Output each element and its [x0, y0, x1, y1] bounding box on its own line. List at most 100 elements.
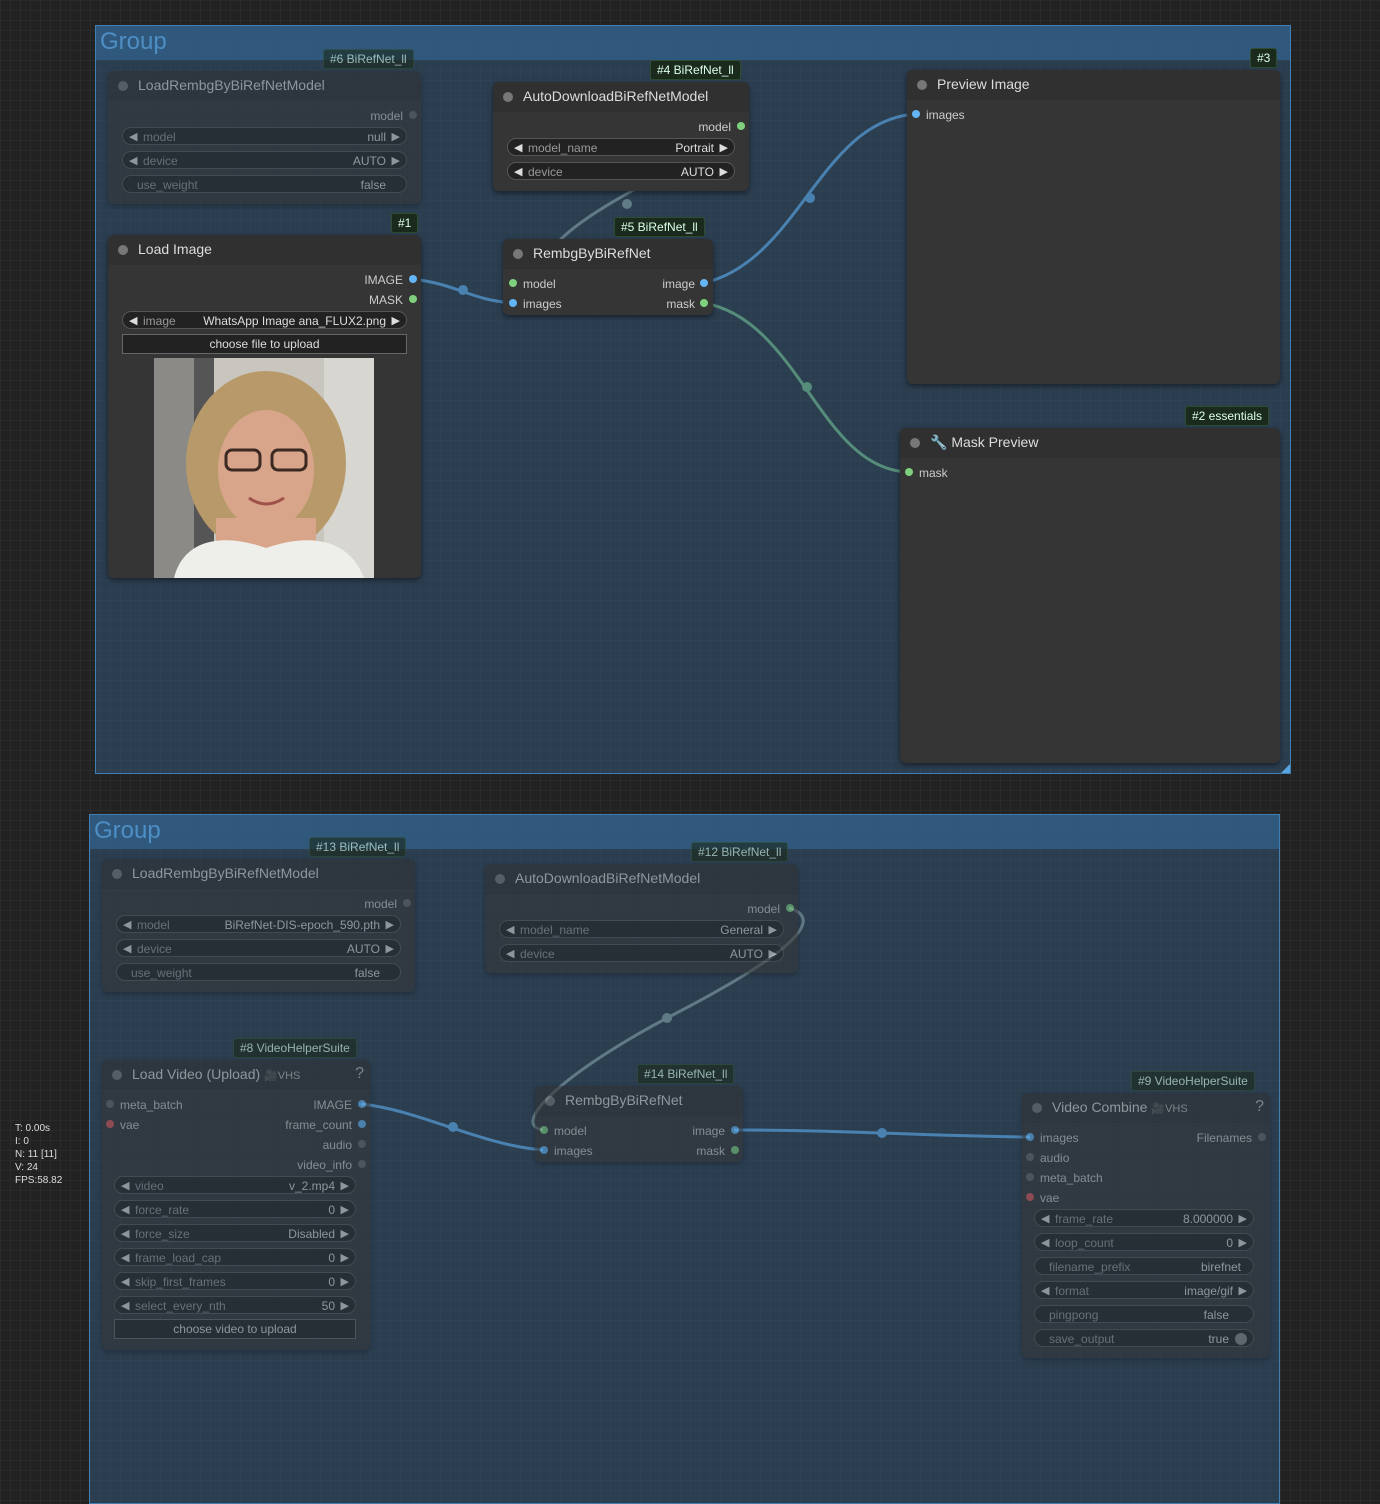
input-slot-images[interactable] [540, 1146, 548, 1154]
group-title-bar[interactable]: Group [96, 26, 1290, 60]
node-header[interactable]: Video Combine 🎥VHS? [1022, 1093, 1270, 1123]
widget-device[interactable]: ◀ device AUTO ▶ [499, 944, 784, 962]
increment-arrow[interactable]: ▶ [341, 1227, 349, 1240]
decrement-arrow[interactable]: ◀ [129, 314, 137, 327]
output-slot-model[interactable] [403, 899, 411, 907]
collapse-dot[interactable] [513, 249, 523, 259]
node-preview-image-3[interactable]: Preview Image images [907, 70, 1280, 384]
increment-arrow[interactable]: ▶ [392, 154, 400, 167]
widget-image[interactable]: ◀ image WhatsApp Image ana_FLUX2.png ▶ [122, 311, 407, 329]
widget-model[interactable]: ◀ model BiRefNet-DIS-epoch_590.pth ▶ [116, 915, 401, 933]
node-load-rembg-model-13[interactable]: LoadRembgByBiRefNetModel model ◀ model BiR… [102, 859, 415, 992]
group-title-bar[interactable]: Group [90, 815, 1279, 849]
decrement-arrow[interactable]: ◀ [123, 918, 131, 931]
widget-frame-rate[interactable]: ◀ frame_rate 8.000000 ▶ [1034, 1209, 1254, 1227]
node-auto-download-model-4[interactable]: AutoDownloadBiRefNetModel model ◀ model_n… [493, 82, 749, 191]
input-slot-images[interactable] [509, 299, 517, 307]
widget-device[interactable]: ◀ device AUTO ▶ [507, 162, 735, 180]
increment-arrow[interactable]: ▶ [720, 165, 728, 178]
widget-force-size[interactable]: ◀ force_size Disabled ▶ [114, 1224, 356, 1242]
decrement-arrow[interactable]: ◀ [121, 1227, 129, 1240]
node-header[interactable]: RembgByBiRefNet [535, 1086, 743, 1116]
decrement-arrow[interactable]: ◀ [121, 1179, 129, 1192]
node-header[interactable]: AutoDownloadBiRefNetModel [485, 864, 798, 894]
collapse-dot[interactable] [917, 80, 927, 90]
increment-arrow[interactable]: ▶ [386, 918, 394, 931]
collapse-dot[interactable] [503, 92, 513, 102]
widget-frame-load-cap[interactable]: ◀ frame_load_cap 0 ▶ [114, 1248, 356, 1266]
input-slot-mask[interactable] [905, 468, 913, 476]
node-mask-preview-2[interactable]: 🔧 Mask Preview mask [900, 428, 1280, 763]
collapse-dot[interactable] [112, 869, 122, 879]
output-slot-image[interactable] [731, 1126, 739, 1134]
node-video-combine-9[interactable]: Video Combine 🎥VHS? images audio meta_ba… [1022, 1093, 1270, 1358]
output-slot-mask[interactable] [731, 1146, 739, 1154]
input-slot-model[interactable] [540, 1126, 548, 1134]
increment-arrow[interactable]: ▶ [1239, 1236, 1247, 1249]
output-slot-model[interactable] [786, 904, 794, 912]
upload-button[interactable]: choose file to upload [122, 334, 407, 354]
input-slot-vae[interactable] [1026, 1193, 1034, 1201]
output-slot-video-info[interactable] [358, 1160, 366, 1168]
collapse-dot[interactable] [112, 1070, 122, 1080]
increment-arrow[interactable]: ▶ [769, 947, 777, 960]
increment-arrow[interactable]: ▶ [720, 141, 728, 154]
node-rembg-14[interactable]: RembgByBiRefNet model images image mask [535, 1086, 743, 1162]
output-slot-image[interactable] [358, 1100, 366, 1108]
decrement-arrow[interactable]: ◀ [121, 1251, 129, 1264]
widget-device[interactable]: ◀ device AUTO ▶ [122, 151, 407, 169]
decrement-arrow[interactable]: ◀ [129, 130, 137, 143]
output-slot-mask[interactable] [700, 299, 708, 307]
input-slot-model[interactable] [509, 279, 517, 287]
increment-arrow[interactable]: ▶ [1239, 1284, 1247, 1297]
decrement-arrow[interactable]: ◀ [506, 947, 514, 960]
widget-skip-first-frames[interactable]: ◀ skip_first_frames 0 ▶ [114, 1272, 356, 1290]
widget-use-weight[interactable]: use_weight false [122, 175, 407, 193]
input-slot-audio[interactable] [1026, 1153, 1034, 1161]
widget-save-output[interactable]: save_output true [1034, 1329, 1254, 1347]
increment-arrow[interactable]: ▶ [341, 1275, 349, 1288]
increment-arrow[interactable]: ▶ [392, 314, 400, 327]
increment-arrow[interactable]: ▶ [341, 1179, 349, 1192]
output-slot-filenames[interactable] [1258, 1133, 1266, 1141]
input-slot-meta-batch[interactable] [106, 1100, 114, 1108]
decrement-arrow[interactable]: ◀ [1041, 1284, 1049, 1297]
node-load-image-1[interactable]: Load Image IMAGE MASK ◀ image WhatsApp Ima… [108, 235, 421, 578]
increment-arrow[interactable]: ▶ [341, 1251, 349, 1264]
node-rembg-5[interactable]: RembgByBiRefNet model images image mask [503, 239, 713, 315]
input-slot-images[interactable] [1026, 1133, 1034, 1141]
collapse-dot[interactable] [545, 1096, 555, 1106]
upload-video-button[interactable]: choose video to upload [114, 1319, 356, 1339]
decrement-arrow[interactable]: ◀ [514, 165, 522, 178]
node-header[interactable]: RembgByBiRefNet [503, 239, 713, 269]
input-slot-images[interactable] [912, 110, 920, 118]
increment-arrow[interactable]: ▶ [386, 942, 394, 955]
output-slot-model[interactable] [737, 122, 745, 130]
node-header[interactable]: Preview Image [907, 70, 1280, 100]
increment-arrow[interactable]: ▶ [1239, 1212, 1247, 1225]
collapse-dot[interactable] [118, 81, 128, 91]
output-slot-mask[interactable] [409, 295, 417, 303]
widget-loop-count[interactable]: ◀ loop_count 0 ▶ [1034, 1233, 1254, 1251]
decrement-arrow[interactable]: ◀ [121, 1203, 129, 1216]
widget-pingpong[interactable]: pingpong false [1034, 1305, 1254, 1323]
collapse-dot[interactable] [910, 438, 920, 448]
increment-arrow[interactable]: ▶ [392, 130, 400, 143]
output-slot-image[interactable] [700, 279, 708, 287]
collapse-dot[interactable] [1032, 1103, 1042, 1113]
toggle-knob[interactable] [1235, 1333, 1247, 1345]
input-slot-meta-batch[interactable] [1026, 1173, 1034, 1181]
increment-arrow[interactable]: ▶ [341, 1203, 349, 1216]
node-header[interactable]: Load Video (Upload) 🎥VHS? [102, 1060, 370, 1090]
decrement-arrow[interactable]: ◀ [123, 942, 131, 955]
decrement-arrow[interactable]: ◀ [1041, 1236, 1049, 1249]
widget-format[interactable]: ◀ format image/gif ▶ [1034, 1281, 1254, 1299]
node-header[interactable]: Load Image [108, 235, 421, 265]
widget-filename-prefix[interactable]: filename_prefix birefnet [1034, 1257, 1254, 1275]
increment-arrow[interactable]: ▶ [769, 923, 777, 936]
widget-use-weight[interactable]: use_weight false [116, 963, 401, 981]
widget-force-rate[interactable]: ◀ force_rate 0 ▶ [114, 1200, 356, 1218]
node-header[interactable]: 🔧 Mask Preview [900, 428, 1280, 458]
node-auto-download-model-12[interactable]: AutoDownloadBiRefNetModel model ◀ model_n… [485, 864, 798, 973]
collapse-dot[interactable] [118, 245, 128, 255]
